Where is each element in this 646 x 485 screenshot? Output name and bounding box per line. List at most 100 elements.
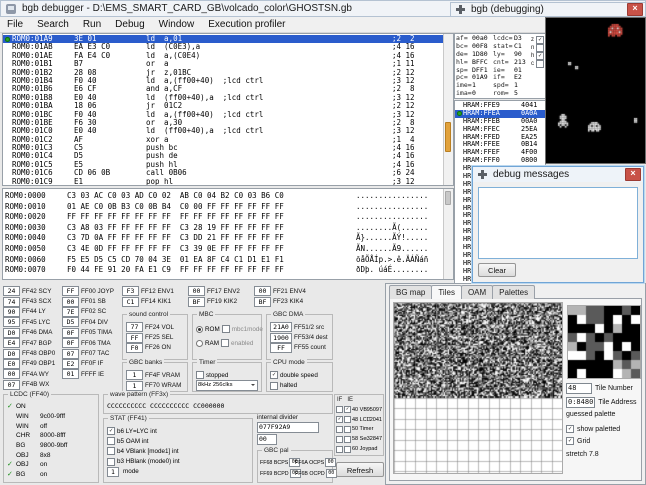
stat-checkbox[interactable] <box>107 447 115 455</box>
tile-number-value[interactable]: 48 <box>566 383 592 394</box>
hexdump-scrollbar-thumb[interactable] <box>445 191 451 205</box>
flag-checkbox[interactable] <box>536 44 544 52</box>
if-checkbox[interactable]: ✓ <box>336 416 343 423</box>
io-register-value[interactable]: 1 <box>126 381 143 391</box>
hexdump-row[interactable]: ROM0:0040 C3 7D 0A FF FF FF FF FF C3 DD … <box>3 233 444 244</box>
io-register-value[interactable]: 01 <box>62 369 79 379</box>
mbc1mode-checkbox[interactable] <box>222 325 230 333</box>
io-register-value[interactable]: 7E <box>62 307 79 317</box>
hexdump-scrollbar[interactable] <box>443 189 453 279</box>
disasm-row[interactable]: ROM0:01C2 AF xor a ;1 4 <box>3 136 444 144</box>
tile-address-value[interactable]: 0:8480 <box>566 397 595 408</box>
disasm-row[interactable]: ROM0:01B1 B7 or a ;1 11 <box>3 60 444 68</box>
mbc-enabled-checkbox[interactable] <box>221 339 229 347</box>
disasm-row[interactable]: ROM0:01AE FA E4 C0 ld a,(C0E4) ;4 16 <box>3 52 444 60</box>
disasm-row[interactable]: ROM0:01AB EA E3 C0 ld (C0E3),a ;4 16 <box>3 43 444 51</box>
io-register-value[interactable]: 07 <box>62 349 79 359</box>
disasm-scrollbar[interactable] <box>443 34 453 185</box>
io-register-value[interactable]: F0 <box>126 343 143 353</box>
io-register-value[interactable]: 74 <box>3 297 20 307</box>
disasm-scrollbar-thumb[interactable] <box>445 122 451 152</box>
io-register-value[interactable]: D0 <box>3 349 20 359</box>
io-register-value[interactable]: F3 <box>122 286 139 296</box>
timer-stopped-checkbox[interactable] <box>196 371 204 379</box>
debug-messages-list[interactable] <box>478 187 638 259</box>
disasm-row[interactable]: ROM0:01BC F0 40 ld a,(ff00+40) ;lcd ctrl… <box>3 111 444 119</box>
flag-checkbox[interactable]: ✓ <box>536 36 544 44</box>
cpu-mode-checkbox[interactable]: ✓ <box>270 371 278 379</box>
flag-checkbox[interactable]: ✓ <box>536 52 544 60</box>
menu-item[interactable]: Debug <box>108 19 151 30</box>
if-checkbox[interactable] <box>336 406 343 413</box>
hexdump-row[interactable]: ROM0:0070 F0 44 FE 91 20 FA E1 C9 FF FF … <box>3 265 444 276</box>
menu-item[interactable]: Window <box>152 19 202 30</box>
io-register-value[interactable]: E0 <box>3 359 20 369</box>
io-register-value[interactable]: FF <box>126 333 143 343</box>
ie-checkbox[interactable] <box>344 416 351 423</box>
stat-checkbox[interactable]: ✓ <box>107 427 115 435</box>
show-paletted-checkbox[interactable]: ✓ <box>566 425 574 433</box>
io-register-value[interactable]: BF <box>188 297 205 307</box>
io-register-value[interactable]: D0 <box>3 328 20 338</box>
game-close-icon[interactable] <box>627 3 643 16</box>
register-value[interactable]: 0 <box>472 90 493 98</box>
debug-close-icon[interactable] <box>625 168 641 181</box>
if-checkbox[interactable] <box>336 436 343 443</box>
grid-checkbox[interactable]: ✓ <box>566 437 574 445</box>
clear-button[interactable]: Clear <box>478 263 516 277</box>
timer-rate-dropdown[interactable]: 8kHz 256clks <box>196 380 258 391</box>
io-register-value[interactable]: 00 <box>254 286 271 296</box>
disasm-row[interactable]: ROM0:01B4 F0 40 ld a,(ff00+40) ;lcd ctrl… <box>3 77 444 85</box>
disasm-row[interactable]: ROM0:01C4 D5 push de ;4 16 <box>3 152 444 160</box>
hexdump-row[interactable]: ROM0:0010 01 AE C0 0B B3 C0 0B B4 C0 00 … <box>3 202 444 213</box>
mbc-ram-radio[interactable] <box>196 340 203 347</box>
io-register-value[interactable]: 00 <box>188 286 205 296</box>
tile-sheet-canvas[interactable] <box>393 302 563 474</box>
ie-checkbox[interactable] <box>344 426 351 433</box>
menu-item[interactable]: File <box>0 19 30 30</box>
gbc-pal-value[interactable]: 00 <box>325 458 336 467</box>
ie-checkbox[interactable] <box>344 436 351 443</box>
io-register-value[interactable]: 77 <box>126 322 143 332</box>
menu-item[interactable]: Execution profiler <box>201 19 292 30</box>
internal-divider-value2[interactable]: 00 <box>257 434 277 445</box>
disasm-row[interactable]: ROM0:01B8 E0 40 ld (ff00+40),a ;lcd ctrl… <box>3 94 444 102</box>
hexdump-row[interactable]: ROM0:0050 C3 4E 0D FF FF FF FF FF C3 39 … <box>3 244 444 255</box>
game-window-titlebar[interactable]: bgb (debugging) <box>450 2 646 17</box>
internal-divider-value[interactable]: 077F92A9 <box>257 422 319 433</box>
stat-checkbox[interactable] <box>107 437 115 445</box>
io-register-value[interactable]: 1900 <box>270 333 292 343</box>
disasm-row[interactable]: ROM0:01C0 E0 40 ld (ff00+40),a ;lcd ctrl… <box>3 127 444 135</box>
debug-window-titlebar[interactable]: debug messages <box>473 167 643 182</box>
disasm-row[interactable]: ROM0:01C6 CD 06 0B call 0B06 ;6 24 <box>3 169 444 177</box>
io-register-value[interactable]: FF <box>270 343 292 353</box>
io-register-value[interactable]: 0F <box>62 328 79 338</box>
io-register-value[interactable]: 00 <box>62 297 79 307</box>
register-value[interactable]: 5 <box>514 90 535 98</box>
if-checkbox[interactable] <box>336 446 343 453</box>
io-register-value[interactable]: BF <box>254 297 271 307</box>
hexdump-row[interactable]: ROM0:0000 C3 03 AC C0 03 AD C0 02 AB C0 … <box>3 191 444 202</box>
io-register-value[interactable]: 00 <box>3 369 20 379</box>
io-register-value[interactable]: 1 <box>126 370 143 380</box>
hexdump-row[interactable]: ROM0:0060 F5 E5 D5 C5 CD 70 04 3E 01 EA … <box>3 255 444 266</box>
stat-checkbox[interactable] <box>107 458 115 466</box>
stat-mode-value[interactable]: 1 <box>107 467 119 477</box>
vram-tab[interactable]: Palettes <box>492 285 535 299</box>
io-register-value[interactable]: E4 <box>3 338 20 348</box>
io-register-value[interactable]: D5 <box>62 317 79 327</box>
io-register-value[interactable]: FF <box>62 286 79 296</box>
io-register-value[interactable]: E2 <box>62 359 79 369</box>
io-register-value[interactable]: 95 <box>3 317 20 327</box>
io-register-value[interactable]: 07 <box>3 380 20 390</box>
hexdump-row[interactable]: ROM0:0030 C3 A8 03 FF FF FF FF FF C3 28 … <box>3 223 444 234</box>
cpu-mode-checkbox[interactable] <box>270 382 278 390</box>
io-register-value[interactable]: 90 <box>3 307 20 317</box>
disasm-row[interactable]: ROM0:01A9 3E 01 ld a,01 ;2 2 <box>3 35 444 43</box>
vram-tab[interactable]: BG map <box>389 285 432 299</box>
menu-item[interactable]: Search <box>30 19 76 30</box>
vram-tab[interactable]: Tiles <box>431 285 462 299</box>
flag-checkbox[interactable] <box>536 60 544 68</box>
io-register-value[interactable]: C1 <box>122 297 139 307</box>
disasm-row[interactable]: ROM0:01C9 E1 pop hl ;3 12 <box>3 178 444 186</box>
